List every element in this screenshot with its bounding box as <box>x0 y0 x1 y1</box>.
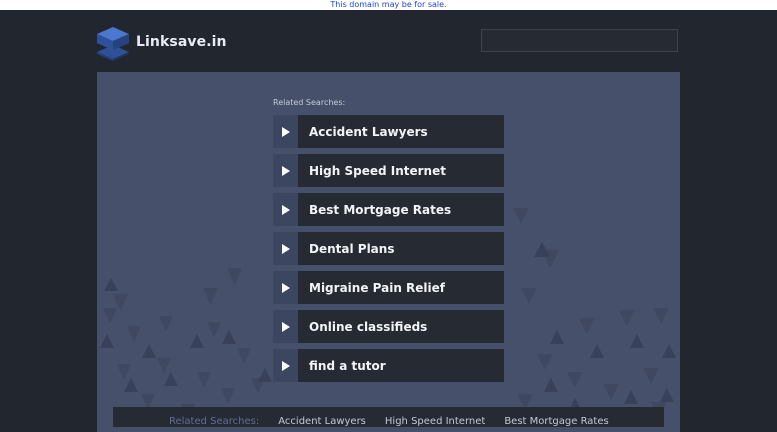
related-link-label: Online classifieds <box>298 310 504 343</box>
footer-related-label: Related Searches: <box>169 416 260 427</box>
play-triangle-icon <box>273 193 298 226</box>
play-triangle-icon <box>273 115 298 148</box>
domain-sale-banner: This domain may be for sale. <box>0 0 777 10</box>
site-header: Linksave.in <box>0 10 777 72</box>
stacked-layers-icon <box>97 27 129 61</box>
play-triangle-icon <box>273 349 298 382</box>
related-link[interactable]: Best Mortgage Rates <box>273 193 504 226</box>
footer-related-bar: Related Searches: Accident Lawyers High … <box>113 407 664 427</box>
site-name: Linksave.in <box>136 34 227 50</box>
play-triangle-icon <box>273 154 298 187</box>
footer-link[interactable]: High Speed Internet <box>385 416 485 427</box>
footer-links: Related Searches: Accident Lawyers High … <box>169 416 628 427</box>
related-link-label: Migraine Pain Relief <box>298 271 504 304</box>
search-input[interactable] <box>481 29 678 52</box>
domain-sale-link[interactable]: This domain may be for sale. <box>330 0 446 9</box>
main-panel: Related Searches: Accident Lawyers High … <box>97 72 680 432</box>
related-link[interactable]: High Speed Internet <box>273 154 504 187</box>
related-link-label: Dental Plans <box>298 232 504 265</box>
related-link[interactable]: Dental Plans <box>273 232 504 265</box>
footer-link[interactable]: Best Mortgage Rates <box>504 416 608 427</box>
related-link-label: Best Mortgage Rates <box>298 193 504 226</box>
related-link[interactable]: Migraine Pain Relief <box>273 271 504 304</box>
play-triangle-icon <box>273 271 298 304</box>
site-logo[interactable]: Linksave.in <box>96 23 227 61</box>
footer-link[interactable]: Accident Lawyers <box>278 416 366 427</box>
related-link-label: Accident Lawyers <box>298 115 504 148</box>
related-searches-label: Related Searches: <box>273 98 346 107</box>
related-link[interactable]: find a tutor <box>273 349 504 382</box>
related-link-label: High Speed Internet <box>298 154 504 187</box>
related-link[interactable]: Online classifieds <box>273 310 504 343</box>
play-triangle-icon <box>273 310 298 343</box>
related-link-label: find a tutor <box>298 349 504 382</box>
related-links-list: Accident Lawyers High Speed Internet Bes… <box>273 115 504 388</box>
related-link[interactable]: Accident Lawyers <box>273 115 504 148</box>
play-triangle-icon <box>273 232 298 265</box>
